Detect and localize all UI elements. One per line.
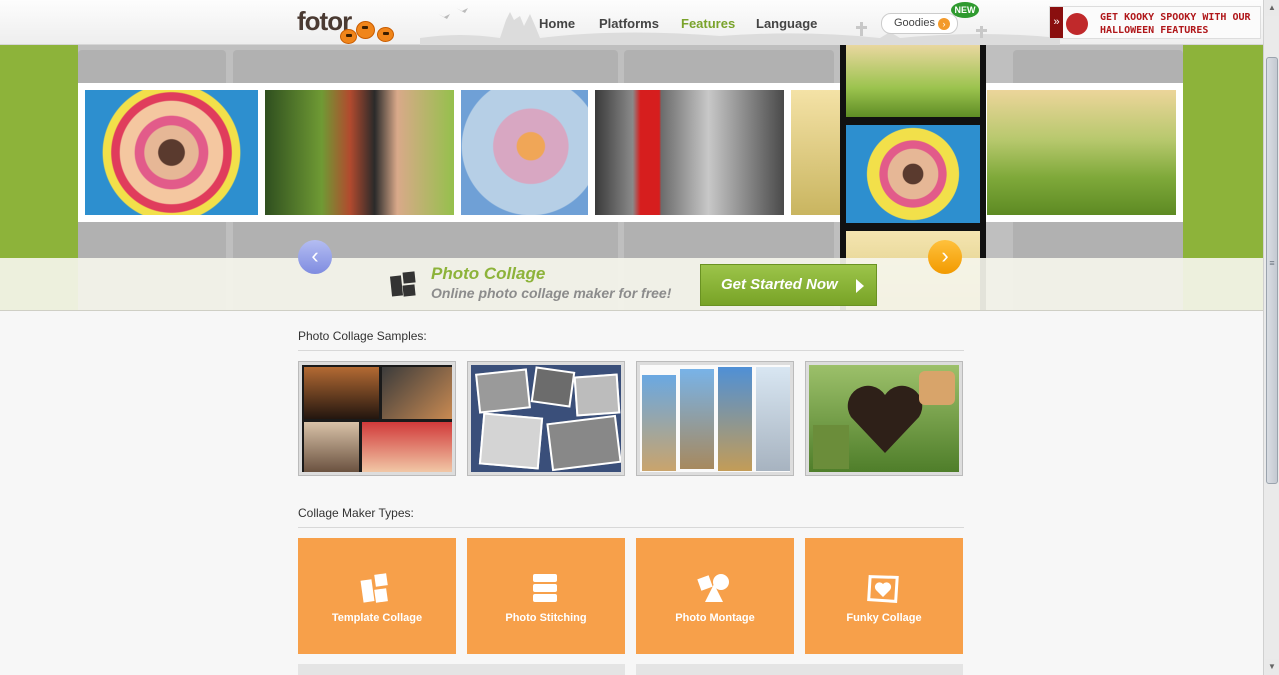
- get-started-button[interactable]: Get Started Now: [700, 264, 877, 306]
- scroll-down-button[interactable]: ▼: [1265, 659, 1279, 675]
- photo-flower: [461, 90, 588, 215]
- photo-girl-on-grass: [987, 90, 1176, 215]
- previous-slide-button[interactable]: ‹: [298, 240, 332, 274]
- nav-platforms[interactable]: Platforms: [599, 16, 659, 31]
- skull-icon: [1066, 13, 1088, 35]
- arrow-right-icon: ›: [938, 18, 950, 30]
- photo-collage-icon: [389, 271, 416, 297]
- next-slide-button[interactable]: ›: [928, 240, 962, 274]
- next-section-preview: [636, 664, 963, 675]
- photo-london-phone-booth: [595, 90, 784, 215]
- photo-stitching-label: Photo Stitching: [505, 612, 587, 624]
- photo-montage-card[interactable]: Photo Montage: [636, 538, 794, 654]
- halloween-promo-banner[interactable]: » GET KOOKY SPOOKY WITH OUR HALLOWEEN FE…: [1049, 6, 1261, 39]
- photo-montage-icon: [697, 574, 729, 602]
- funky-collage-label: Funky Collage: [846, 612, 922, 624]
- funky-collage-card[interactable]: Funky Collage: [805, 538, 963, 654]
- collage-sample-1[interactable]: [298, 361, 456, 476]
- collage-sample-2[interactable]: [467, 361, 625, 476]
- photo-stitching-card[interactable]: Photo Stitching: [467, 538, 625, 654]
- template-collage-card[interactable]: Template Collage: [298, 538, 456, 654]
- photo-girl-on-grass: [846, 45, 980, 117]
- pumpkin-icon: [340, 29, 357, 44]
- vertical-scrollbar[interactable]: ▲ ≡ ▼: [1263, 0, 1279, 675]
- top-header: fotor Home Platforms Features Language G…: [0, 0, 1263, 45]
- template-collage-label: Template Collage: [331, 612, 423, 624]
- divider: [298, 350, 964, 351]
- collage-sample-3[interactable]: [636, 361, 794, 476]
- scroll-thumb[interactable]: ≡: [1266, 57, 1278, 484]
- next-section-preview: [298, 664, 625, 675]
- pumpkin-icon: [377, 27, 394, 42]
- grip-icon: ≡: [1269, 258, 1275, 268]
- goodies-button[interactable]: Goodies ›: [881, 13, 958, 34]
- get-started-label: Get Started Now: [721, 276, 838, 293]
- photo-friends-circle: [846, 125, 980, 223]
- photo-stitching-icon: [533, 574, 557, 602]
- photo-strip: [78, 83, 1183, 222]
- hero-title: Photo Collage: [431, 264, 546, 283]
- nav-features[interactable]: Features: [681, 16, 735, 31]
- scroll-up-button[interactable]: ▲: [1265, 0, 1279, 16]
- photo-camera-girl: [265, 90, 454, 215]
- play-arrow-icon: [856, 279, 864, 293]
- photo-montage-label: Photo Montage: [675, 612, 755, 624]
- funky-collage-icon: [867, 575, 899, 603]
- types-section-title: Collage Maker Types:: [298, 506, 414, 520]
- halloween-promo-text: GET KOOKY SPOOKY WITH OUR HALLOWEEN FEAT…: [1100, 12, 1251, 36]
- hero-subtitle: Online photo collage maker for free!: [431, 285, 672, 301]
- template-collage-icon: [360, 573, 388, 603]
- double-arrow-icon: »: [1050, 7, 1063, 38]
- pumpkin-icon: [356, 21, 375, 39]
- samples-section-title: Photo Collage Samples:: [298, 329, 427, 343]
- divider: [298, 527, 964, 528]
- collage-sample-4[interactable]: [805, 361, 963, 476]
- photo-friends-circle: [85, 90, 258, 215]
- photo-park-partial: [791, 90, 840, 215]
- nav-home[interactable]: Home: [539, 16, 575, 31]
- new-badge: NEW: [951, 2, 979, 18]
- nav-language[interactable]: Language: [756, 16, 817, 31]
- goodies-label: Goodies: [894, 17, 935, 29]
